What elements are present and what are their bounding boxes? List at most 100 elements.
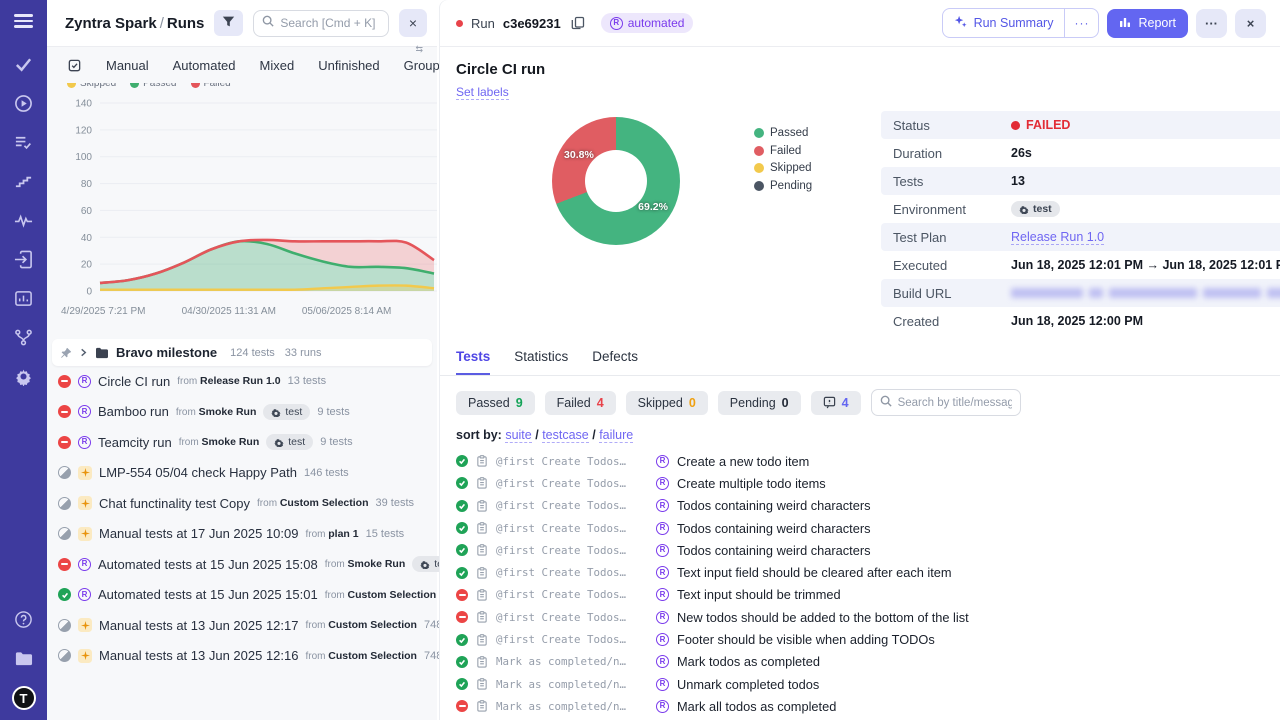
automated-badge[interactable]: R automated xyxy=(601,13,694,33)
chip-comments[interactable]: 4 xyxy=(811,391,861,415)
detail-label: Created xyxy=(893,314,1011,329)
panel-collapse-icon[interactable]: ⇆ xyxy=(415,44,423,55)
runs-filter-tabs: ManualAutomatedMixedUnfinishedGroups xyxy=(47,47,437,83)
test-row[interactable]: Mark as completed/n…RUnmark completed to… xyxy=(456,673,1264,695)
manual-run-icon xyxy=(78,649,92,663)
clipboard-icon xyxy=(476,678,488,690)
run-list-item[interactable]: Manual tests at 13 Jun 2025 12:16 from Cu… xyxy=(52,641,432,672)
runs-tab-manual[interactable]: Manual xyxy=(106,58,149,73)
tests-search-input[interactable] xyxy=(898,397,1012,409)
search-icon xyxy=(880,394,892,412)
runs-tab-automated[interactable]: Automated xyxy=(173,58,236,73)
runs-search[interactable] xyxy=(253,10,389,37)
test-row[interactable]: Mark as completed/n…RMark all todos as c… xyxy=(456,695,1264,717)
runs-search-input[interactable] xyxy=(280,16,380,30)
run-title: Manual tests at 17 Jun 2025 10:09 xyxy=(99,526,298,541)
run-from: from Custom Selection xyxy=(305,650,416,662)
testcases-icon[interactable] xyxy=(13,132,35,154)
ai-sparkle-icon xyxy=(954,15,967,31)
close-run-button[interactable]: × xyxy=(1235,9,1266,38)
test-row[interactable]: @first Create Todos…RTodos containing we… xyxy=(456,495,1264,517)
test-row[interactable]: @first Create Todos…RTodos containing we… xyxy=(456,539,1264,561)
run-list-item[interactable]: RAutomated tests at 15 Jun 2025 15:01fro… xyxy=(52,580,432,611)
panel-close-button[interactable]: × xyxy=(399,9,427,37)
projects-folder-icon[interactable] xyxy=(13,647,35,669)
test-plan-link[interactable]: Release Run 1.0 xyxy=(1011,230,1104,245)
sort-testcase-link[interactable]: testcase xyxy=(542,428,589,443)
test-row[interactable]: @first Create Todos…RFooter should be vi… xyxy=(456,628,1264,650)
analytics-icon[interactable] xyxy=(13,288,35,310)
milestone-name[interactable]: Bravo milestone xyxy=(116,345,217,360)
run-list-item[interactable]: RAutomated tests at 15 Jun 2025 15:08fro… xyxy=(52,549,432,580)
clipboard-icon xyxy=(476,522,488,534)
test-row[interactable]: @first Create Todos…RText input field sh… xyxy=(456,561,1264,583)
breadcrumb-project[interactable]: Zyntra Spark xyxy=(65,15,157,32)
run-list-item[interactable]: Chat functinality test Copyfrom Custom S… xyxy=(52,488,432,519)
donut-data-label: 69.2% xyxy=(638,201,668,213)
breadcrumb[interactable]: Zyntra Spark/Runs xyxy=(65,15,204,32)
chip-failed[interactable]: Failed 4 xyxy=(545,391,616,415)
tab-defects[interactable]: Defects xyxy=(592,349,638,375)
sort-suite-link[interactable]: suite xyxy=(505,428,531,443)
more-actions-button[interactable]: ··· xyxy=(1196,9,1227,38)
milestone-row[interactable]: Bravo milestone 124 tests33 runs xyxy=(52,339,432,366)
svg-text:60: 60 xyxy=(81,206,93,217)
run-title: Manual tests at 13 Jun 2025 12:16 xyxy=(99,648,298,663)
run-list-item[interactable]: Manual tests at 17 Jun 2025 10:09from pl… xyxy=(52,519,432,550)
run-summary-more-button[interactable]: ··· xyxy=(1064,9,1098,37)
test-row[interactable]: @first Create Todos…RText input should b… xyxy=(456,584,1264,606)
chip-passed[interactable]: Passed 9 xyxy=(456,391,535,415)
chip-skipped[interactable]: Skipped 0 xyxy=(626,391,708,415)
copy-icon[interactable] xyxy=(571,16,585,30)
filter-button[interactable] xyxy=(214,10,243,36)
failed-status-icon xyxy=(58,558,71,571)
failed-status-icon xyxy=(58,405,71,418)
import-icon[interactable] xyxy=(13,249,35,271)
help-icon[interactable] xyxy=(13,608,35,630)
run-list-item[interactable]: Manual tests at 13 Jun 2025 12:17from Cu… xyxy=(52,610,432,641)
pulse-icon[interactable] xyxy=(13,210,35,232)
automated-test-icon: R xyxy=(656,544,669,557)
runs-tab-mixed[interactable]: Mixed xyxy=(260,58,295,73)
run-title: Circle CI run xyxy=(98,374,170,389)
tasks-check-icon[interactable] xyxy=(13,54,35,76)
chip-pending[interactable]: Pending 0 xyxy=(718,391,801,415)
run-list-item[interactable]: RBamboo runfrom Smoke Runtest9 tests xyxy=(52,397,432,428)
mixed-status-icon xyxy=(58,619,71,632)
x-tick: 4/29/2025 7:21 PM xyxy=(61,306,146,317)
test-row[interactable]: @first Create Todos…RTodos containing we… xyxy=(456,517,1264,539)
tab-statistics[interactable]: Statistics xyxy=(514,349,568,375)
runs-tab-unfinished[interactable]: Unfinished xyxy=(318,58,379,73)
steps-icon[interactable] xyxy=(13,171,35,193)
test-row[interactable]: Mark as completed/n…RMark todos as compl… xyxy=(456,651,1264,673)
set-labels-link[interactable]: Set labels xyxy=(456,85,509,100)
run-title: Automated tests at 15 Jun 2025 15:08 xyxy=(98,557,318,572)
run-list-item[interactable]: LMP-554 05/04 check Happy Path146 tests xyxy=(52,458,432,489)
select-runs-icon[interactable] xyxy=(67,58,82,73)
branches-icon[interactable] xyxy=(13,327,35,349)
tab-tests[interactable]: Tests xyxy=(456,349,490,375)
automated-test-icon: R xyxy=(656,633,669,646)
app-logo[interactable]: T xyxy=(12,686,36,710)
run-summary-button[interactable]: Run Summary xyxy=(943,9,1065,37)
tests-search[interactable] xyxy=(871,389,1021,416)
run-tests-count: 146 tests xyxy=(304,467,349,479)
chevron-right-icon[interactable] xyxy=(79,348,88,357)
status-value: FAILED xyxy=(1011,118,1070,132)
svg-text:120: 120 xyxy=(75,125,92,136)
pin-icon[interactable] xyxy=(60,347,72,359)
report-button[interactable]: Report xyxy=(1107,9,1188,38)
run-from: from Release Run 1.0 xyxy=(177,375,280,387)
runs-play-icon[interactable] xyxy=(13,93,35,115)
sort-failure-link[interactable]: failure xyxy=(599,428,633,443)
settings-gear-icon[interactable] xyxy=(13,366,35,388)
test-row[interactable]: @first Create Todos…RCreate multiple tod… xyxy=(456,472,1264,494)
test-row[interactable]: @first Create Todos…RNew todos should be… xyxy=(456,606,1264,628)
test-row[interactable]: @first Create Todos…RCreate a new todo i… xyxy=(456,450,1264,472)
breadcrumb-page[interactable]: Runs xyxy=(167,15,205,32)
run-list-item[interactable]: RCircle CI runfrom Release Run 1.013 tes… xyxy=(52,366,432,397)
passed-status-icon xyxy=(456,522,468,534)
menu-icon[interactable] xyxy=(14,14,33,28)
clipboard-icon xyxy=(476,700,488,712)
run-list-item[interactable]: RTeamcity runfrom Smoke Runtest9 tests xyxy=(52,427,432,458)
